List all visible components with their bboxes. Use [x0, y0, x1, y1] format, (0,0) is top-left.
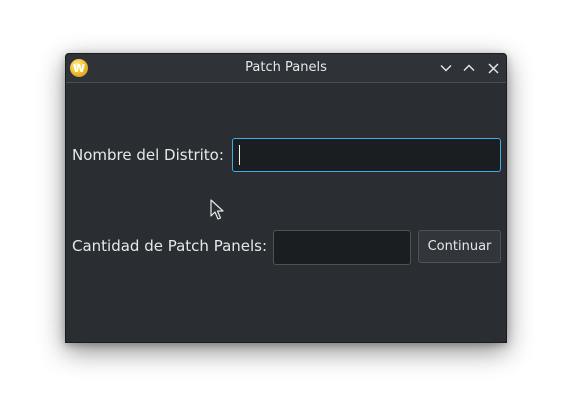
title-bar[interactable]: W Patch Panels	[66, 54, 506, 83]
minimize-button[interactable]	[437, 59, 455, 77]
district-name-input[interactable]	[232, 138, 501, 172]
district-name-label: Nombre del Distrito:	[72, 146, 224, 164]
app-window: W Patch Panels Nombre del Distrito: Cant…	[65, 53, 507, 343]
close-button[interactable]	[484, 59, 502, 77]
text-caret	[239, 145, 240, 165]
maximize-icon	[463, 64, 475, 71]
maximize-button[interactable]	[460, 59, 478, 77]
patch-panel-quantity-label: Cantidad de Patch Panels:	[72, 237, 268, 255]
continue-button[interactable]: Continuar	[418, 230, 501, 263]
mouse-pointer-icon	[210, 199, 224, 220]
patch-panel-quantity-input[interactable]	[273, 230, 411, 265]
close-icon	[488, 63, 498, 73]
minimize-icon	[440, 65, 452, 72]
